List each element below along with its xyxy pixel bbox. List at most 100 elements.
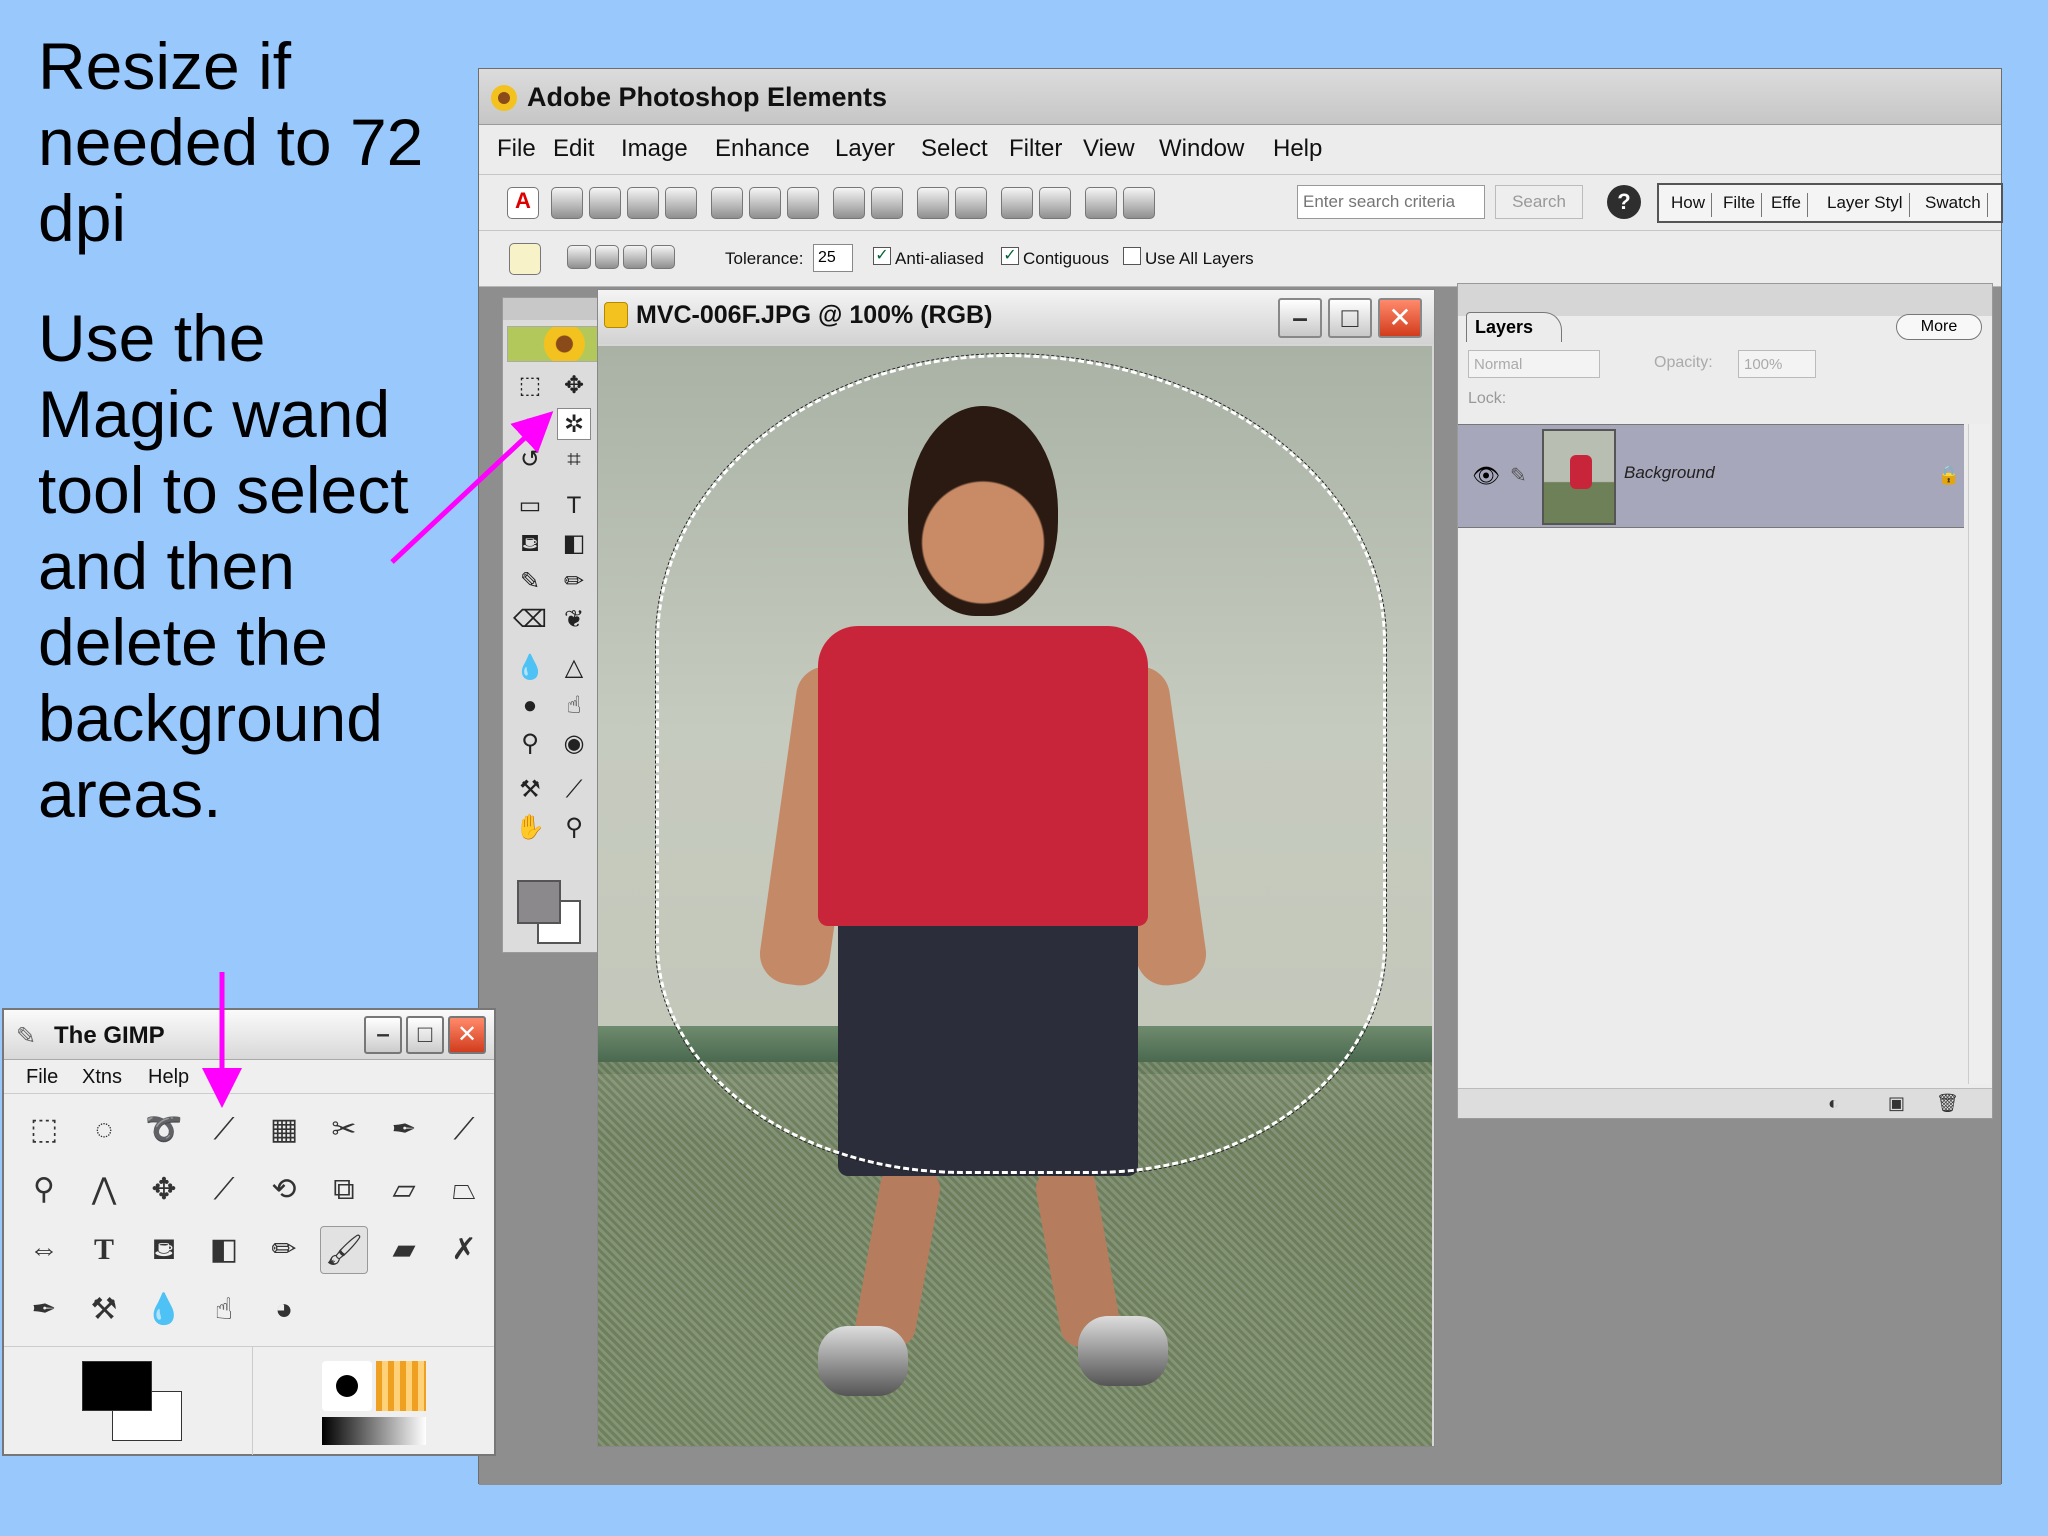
smudge-tool-icon[interactable]: ☝: [557, 690, 591, 722]
gimp-measure-icon[interactable]: ⋀: [80, 1166, 128, 1214]
contiguous-checkbox[interactable]: ✓: [1001, 247, 1019, 265]
marquee-tool-icon[interactable]: ⬚: [513, 370, 547, 402]
gimp-convolve-icon[interactable]: 💧: [140, 1286, 188, 1334]
dodge-tool-icon[interactable]: ⚲: [513, 728, 547, 760]
print-icon[interactable]: [833, 187, 865, 219]
quick-fix-icon[interactable]: [1085, 187, 1117, 219]
gimp-rotate-icon[interactable]: ⟲: [260, 1166, 308, 1214]
delete-layer-icon[interactable]: 🗑: [1936, 1093, 1959, 1114]
clone-stamp-icon[interactable]: ⚒: [513, 774, 547, 806]
gimp-brush-preview[interactable]: [322, 1361, 372, 1411]
subtract-selection-icon[interactable]: [623, 245, 647, 269]
search-input[interactable]: [1297, 185, 1485, 219]
magic-wand-preset-icon[interactable]: [509, 243, 541, 275]
attach-email-icon[interactable]: [787, 187, 819, 219]
gimp-dodge-burn-icon[interactable]: ◕: [260, 1286, 308, 1334]
gimp-menu-help[interactable]: Help: [148, 1066, 189, 1089]
impressionist-brush-icon[interactable]: ❦: [557, 604, 591, 636]
shape-tool-icon[interactable]: ▭: [513, 490, 547, 522]
adjustment-layer-icon[interactable]: ◐: [1828, 1093, 1839, 1114]
gimp-smudge-icon[interactable]: ☝: [200, 1286, 248, 1334]
gimp-paintbrush-icon[interactable]: 🖌: [320, 1226, 368, 1274]
menu-enhance[interactable]: Enhance: [715, 135, 810, 163]
add-selection-icon[interactable]: [595, 245, 619, 269]
gimp-airbrush-icon[interactable]: ✗: [440, 1226, 488, 1274]
new-file-icon[interactable]: [551, 187, 583, 219]
redo-icon[interactable]: [1039, 187, 1071, 219]
gimp-scissors-icon[interactable]: ✂: [320, 1106, 368, 1154]
gimp-pattern-preview[interactable]: [376, 1361, 426, 1411]
layers-tab[interactable]: Layers: [1466, 312, 1562, 342]
visibility-eye-icon[interactable]: 👁: [1472, 463, 1500, 489]
paint-bucket-icon[interactable]: ⛾: [513, 528, 547, 560]
foreground-color-swatch[interactable]: [517, 880, 561, 924]
gimp-paths-icon[interactable]: ✒: [380, 1106, 428, 1154]
gimp-menu-file[interactable]: File: [26, 1066, 58, 1089]
gimp-eraser-icon[interactable]: ▰: [380, 1226, 428, 1274]
selection-brush-icon[interactable]: ↺: [513, 444, 547, 476]
gimp-color-select-icon[interactable]: ▦: [260, 1106, 308, 1154]
brush-tool-icon[interactable]: ✎: [513, 566, 547, 598]
tolerance-input[interactable]: [813, 244, 853, 272]
undo-icon[interactable]: [1001, 187, 1033, 219]
eyedropper-tool-icon[interactable]: ⟋: [557, 774, 591, 806]
layer-link-brush-icon[interactable]: ✎: [1510, 463, 1527, 488]
gimp-blend-icon[interactable]: ◧: [200, 1226, 248, 1274]
opacity-input[interactable]: 100%: [1738, 350, 1816, 378]
help-icon[interactable]: ?: [1607, 185, 1641, 219]
gimp-fuzzy-select-icon[interactable]: ⟋: [200, 1106, 248, 1154]
search-button[interactable]: Search: [1495, 185, 1583, 219]
menu-help[interactable]: Help: [1273, 135, 1322, 163]
sharpen-tool-icon[interactable]: △: [557, 652, 591, 684]
zoom-tool-icon[interactable]: ⚲: [557, 812, 591, 844]
use-all-layers-checkbox[interactable]: [1123, 247, 1141, 265]
gradient-tool-icon[interactable]: ◧: [557, 528, 591, 560]
gimp-color-picker-icon[interactable]: ⟋: [440, 1106, 488, 1154]
gimp-rect-select-icon[interactable]: ⬚: [20, 1106, 68, 1154]
menu-edit[interactable]: Edit: [553, 135, 594, 163]
pencil-tool-icon[interactable]: ✏: [557, 566, 591, 598]
crop-tool-icon[interactable]: ⌗: [557, 444, 591, 476]
layer-row-background[interactable]: 👁 ✎ Background 🔒: [1458, 424, 1964, 528]
palette-tab-filters[interactable]: Filte: [1723, 193, 1763, 217]
new-selection-icon[interactable]: [567, 245, 591, 269]
menu-window[interactable]: Window: [1159, 135, 1244, 163]
document-titlebar[interactable]: MVC-006F.JPG @ 100% (RGB) – □ ✕: [598, 290, 1434, 344]
gimp-text-icon[interactable]: T: [80, 1226, 128, 1274]
gimp-ink-icon[interactable]: ✒: [20, 1286, 68, 1334]
maximize-button[interactable]: □: [1328, 298, 1372, 338]
toolbox-grip[interactable]: [503, 298, 607, 320]
open-file-icon[interactable]: [589, 187, 621, 219]
color-swatches[interactable]: [517, 880, 581, 944]
recipes-icon[interactable]: [1123, 187, 1155, 219]
gimp-gradient-preview[interactable]: [322, 1417, 426, 1445]
gimp-clone-icon[interactable]: ⚒: [80, 1286, 128, 1334]
palette-tab-swatches[interactable]: Swatch: [1925, 193, 1988, 217]
minimize-button[interactable]: –: [1278, 298, 1322, 338]
menu-select[interactable]: Select: [921, 135, 988, 163]
gimp-free-select-icon[interactable]: ➰: [140, 1106, 188, 1154]
adobe-icon[interactable]: A: [507, 187, 539, 219]
move-tool-icon[interactable]: ✥: [557, 370, 591, 402]
gimp-zoom-icon[interactable]: ⚲: [20, 1166, 68, 1214]
import-icon[interactable]: [627, 187, 659, 219]
gimp-menu-xtns[interactable]: Xtns: [82, 1066, 122, 1089]
online-services-icon[interactable]: [665, 187, 697, 219]
gimp-perspective-icon[interactable]: ⏢: [440, 1166, 488, 1214]
menu-layer[interactable]: Layer: [835, 135, 895, 163]
gimp-crop-icon[interactable]: ⟋: [200, 1166, 248, 1214]
gimp-flip-icon[interactable]: ⇔: [20, 1226, 68, 1274]
blend-mode-select[interactable]: Normal: [1468, 350, 1600, 378]
print-preview-icon[interactable]: [871, 187, 903, 219]
gimp-maximize-button[interactable]: □: [406, 1016, 444, 1054]
close-button[interactable]: ✕: [1378, 298, 1422, 338]
palette-tab-effects[interactable]: Effe: [1771, 193, 1808, 217]
step-backward-icon[interactable]: [917, 187, 949, 219]
gimp-bucket-fill-icon[interactable]: ⛾: [140, 1226, 188, 1274]
menu-image[interactable]: Image: [621, 135, 688, 163]
palette-tab-layer-styles[interactable]: Layer Styl: [1827, 193, 1910, 217]
save-for-web-icon[interactable]: [749, 187, 781, 219]
anti-aliased-checkbox[interactable]: ✓: [873, 247, 891, 265]
gimp-pencil-icon[interactable]: ✏: [260, 1226, 308, 1274]
gimp-move-icon[interactable]: ✥: [140, 1166, 188, 1214]
